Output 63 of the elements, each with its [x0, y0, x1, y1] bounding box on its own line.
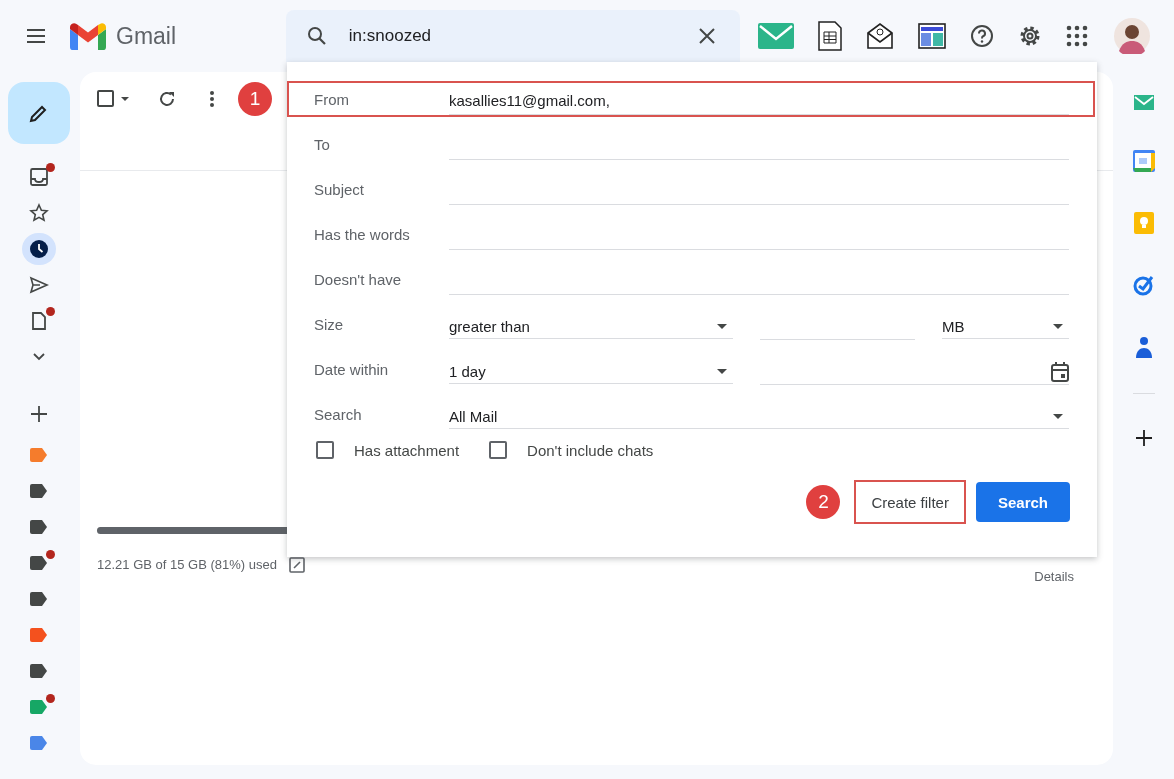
field-label: To — [314, 135, 331, 153]
dropdown[interactable]: All Mail — [449, 405, 1069, 429]
check-circle-icon[interactable] — [1132, 274, 1155, 296]
nav-item[interactable] — [22, 233, 56, 265]
caret-icon — [1053, 414, 1063, 419]
field-label: Size — [314, 315, 345, 333]
product-name: Gmail — [116, 22, 177, 50]
details-link[interactable]: Details — [1034, 569, 1074, 584]
step-badge: 2 — [806, 485, 841, 519]
input-field[interactable]: kasallies11@gmail.com, — [449, 89, 1069, 115]
refresh-icon — [157, 89, 177, 109]
calendar-icon[interactable] — [1132, 150, 1155, 172]
clock-icon — [29, 239, 49, 259]
field-label: Date within — [314, 360, 390, 378]
avatar[interactable] — [1114, 18, 1150, 54]
more-icon — [209, 89, 215, 109]
person-icon[interactable] — [1134, 336, 1153, 358]
chevron-down-icon — [32, 352, 46, 362]
label-tag-icon[interactable] — [30, 592, 47, 606]
envelope-icon[interactable] — [758, 23, 794, 49]
pencil-icon — [29, 103, 49, 123]
menu-icon — [26, 28, 46, 44]
label-tag-icon[interactable] — [30, 484, 47, 498]
field-label: Doesn't have — [314, 270, 403, 288]
star-icon — [29, 203, 49, 223]
label-tag-icon[interactable] — [30, 556, 47, 570]
select-checkbox[interactable] — [97, 90, 131, 108]
caret-icon — [717, 369, 727, 374]
field-label: From — [314, 90, 350, 108]
envelope-icon[interactable] — [1133, 95, 1154, 110]
field-label: Subject — [314, 180, 366, 198]
document-icon — [31, 311, 47, 331]
checkbox[interactable]: Don't include chats — [489, 441, 654, 459]
settings-icon[interactable] — [1018, 24, 1042, 48]
envelope-logo-icon — [70, 22, 106, 50]
close-icon — [698, 27, 716, 45]
dropdown[interactable]: MB — [942, 315, 1069, 339]
search-button[interactable]: Search — [975, 482, 1070, 522]
create-filter-button[interactable]: Create filter — [854, 480, 966, 524]
add-icon[interactable] — [1134, 429, 1153, 447]
inbox-icon — [29, 167, 49, 187]
caret-icon — [1053, 324, 1063, 329]
field-label: Has the words — [314, 225, 411, 243]
help-icon[interactable] — [970, 24, 994, 48]
mail-at-icon[interactable] — [866, 22, 894, 50]
calendar-icon — [1051, 361, 1069, 382]
label-tag-icon[interactable] — [30, 520, 47, 534]
date-field[interactable] — [760, 359, 1069, 385]
plus-icon — [30, 405, 48, 423]
field-label: Search — [314, 405, 363, 423]
spreadsheet-icon[interactable] — [818, 21, 842, 51]
apps-grid-icon[interactable] — [1066, 25, 1088, 47]
label-tag-icon[interactable] — [30, 664, 47, 678]
caret-icon — [717, 324, 727, 329]
checkbox[interactable]: Has attachment — [316, 441, 460, 459]
send-icon — [29, 275, 49, 295]
dashboard-icon[interactable] — [918, 22, 946, 50]
compose-button[interactable] — [8, 82, 70, 144]
external-link-icon[interactable] — [288, 556, 305, 573]
dropdown[interactable]: 1 day — [449, 360, 733, 384]
search-field[interactable]: in:snoozed — [285, 10, 740, 62]
dropdown[interactable]: greater than — [449, 315, 733, 339]
storage-usage: 12.21 GB of 15 GB (81%) used — [97, 557, 277, 572]
